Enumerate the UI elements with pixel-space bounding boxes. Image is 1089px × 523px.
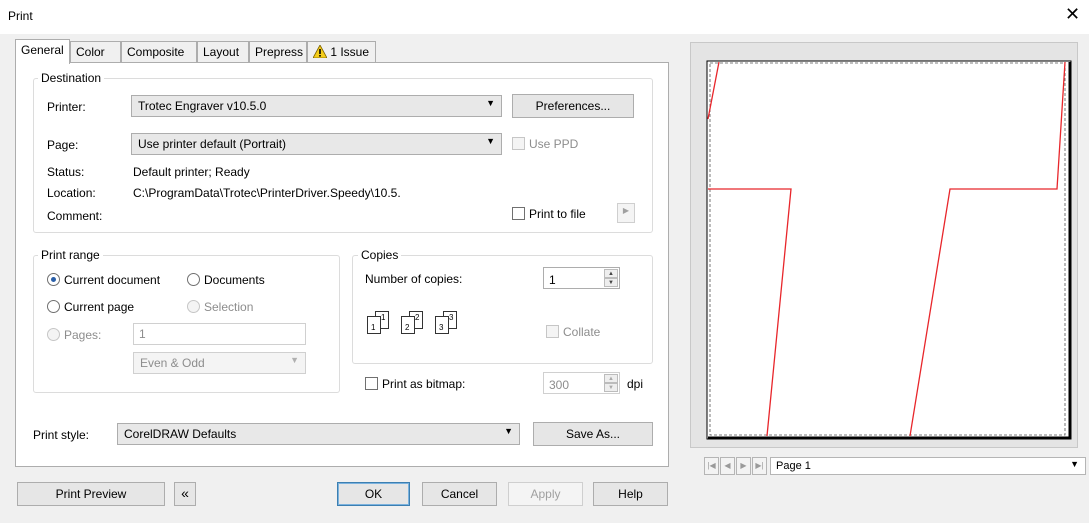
close-icon[interactable]: ✕ (1065, 4, 1080, 25)
parity-select[interactable]: Even & Odd ▼ (133, 352, 306, 374)
documents-label: Documents (204, 273, 265, 287)
apply-button[interactable]: Apply (508, 482, 583, 506)
page-icon: 3 (435, 316, 449, 334)
page-icon: 1 (367, 316, 381, 334)
print-as-bitmap-label: Print as bitmap: (382, 377, 466, 391)
spin-up-icon[interactable]: ▲ (604, 269, 618, 278)
status-value: Default printer; Ready (133, 165, 250, 179)
tab-color[interactable]: Color (70, 41, 121, 63)
spin-down-icon[interactable]: ▼ (604, 278, 618, 287)
page-select[interactable]: Page 1 ▼ (770, 457, 1086, 475)
chevron-down-icon: ▼ (486, 136, 495, 146)
window-title: Print (8, 9, 33, 23)
dpi-unit-label: dpi (627, 377, 644, 391)
number-of-copies-label: Number of copies: (365, 272, 463, 286)
chevron-down-icon: ▼ (504, 426, 513, 436)
dpi-input[interactable]: 300 ▲ ▼ (543, 372, 620, 394)
pages-label: Pages: (64, 328, 102, 342)
comment-label: Comment: (47, 209, 103, 223)
tab-composite[interactable]: Composite (121, 41, 197, 63)
use-ppd-checkbox[interactable] (512, 137, 525, 150)
print-preview-button[interactable]: Print Preview (17, 482, 165, 506)
print-style-label: Print style: (33, 428, 90, 442)
next-page-icon[interactable]: ▶ (736, 457, 751, 475)
chevron-down-icon: ▼ (1070, 459, 1079, 469)
print-as-bitmap-checkbox[interactable] (365, 377, 378, 390)
title-bar: Print ✕ (0, 0, 1089, 34)
ok-button[interactable]: OK (337, 482, 410, 506)
pages-input[interactable]: 1 (133, 323, 306, 345)
current-page-radio[interactable] (47, 300, 60, 313)
spin-up-icon[interactable]: ▲ (604, 374, 618, 383)
chevron-right-icon: ▶ (622, 206, 630, 215)
page-icon: 2 (401, 316, 415, 334)
printer-select[interactable]: Trotec Engraver v10.5.0 ▼ (131, 95, 502, 117)
tab-general[interactable]: General (15, 39, 70, 64)
print-to-file-checkbox[interactable] (512, 207, 525, 220)
dpi-spinner[interactable]: ▲ ▼ (604, 374, 618, 392)
documents-radio[interactable] (187, 273, 200, 286)
copies-spinner[interactable]: ▲ ▼ (604, 269, 618, 287)
current-document-label: Current document (64, 273, 161, 287)
first-page-icon[interactable]: |◀ (704, 457, 719, 475)
selection-radio[interactable] (187, 300, 200, 313)
double-chevron-left-icon: « (181, 485, 189, 501)
selection-label: Selection (204, 300, 254, 314)
spin-down-icon[interactable]: ▼ (604, 383, 618, 392)
destination-legend: Destination (38, 71, 105, 85)
save-as-button[interactable]: Save As... (533, 422, 653, 446)
tab-layout[interactable]: Layout (197, 41, 249, 63)
last-page-icon[interactable]: ▶| (752, 457, 767, 475)
current-page-label: Current page (64, 300, 135, 314)
previous-page-icon[interactable]: ◀ (720, 457, 735, 475)
print-to-file-label: Print to file (529, 207, 586, 221)
page-label: Page: (47, 138, 79, 152)
print-range-legend: Print range (38, 248, 103, 262)
printer-label: Printer: (47, 100, 86, 114)
collate-checkbox[interactable] (546, 325, 559, 338)
location-label: Location: (47, 186, 96, 200)
print-to-file-options-button[interactable]: ▶ (617, 203, 635, 223)
collapse-preview-button[interactable]: « (174, 482, 196, 506)
copies-legend: Copies (358, 248, 402, 262)
copies-input[interactable]: 1 ▲ ▼ (543, 267, 620, 289)
use-ppd-label: Use PPD (529, 137, 579, 151)
current-document-radio[interactable] (47, 273, 60, 286)
tab-prepress[interactable]: Prepress (249, 41, 307, 63)
collate-label: Collate (563, 325, 601, 339)
print-style-select[interactable]: CorelDRAW Defaults ▼ (117, 423, 520, 445)
pages-radio[interactable] (47, 328, 60, 341)
chevron-down-icon: ▼ (486, 98, 495, 108)
cancel-button[interactable]: Cancel (422, 482, 497, 506)
help-button[interactable]: Help (593, 482, 668, 506)
warning-icon (312, 44, 328, 59)
status-label: Status: (47, 165, 85, 179)
preview-page (706, 60, 1072, 440)
location-value: C:\ProgramData\Trotec\PrinterDriver.Spee… (133, 186, 401, 200)
print-preview-area (690, 42, 1078, 448)
page-select[interactable]: Use printer default (Portrait) ▼ (131, 133, 502, 155)
tab-issues[interactable]: 1 Issue (307, 41, 376, 63)
preferences-button[interactable]: Preferences... (512, 94, 634, 118)
chevron-down-icon: ▼ (290, 355, 299, 365)
